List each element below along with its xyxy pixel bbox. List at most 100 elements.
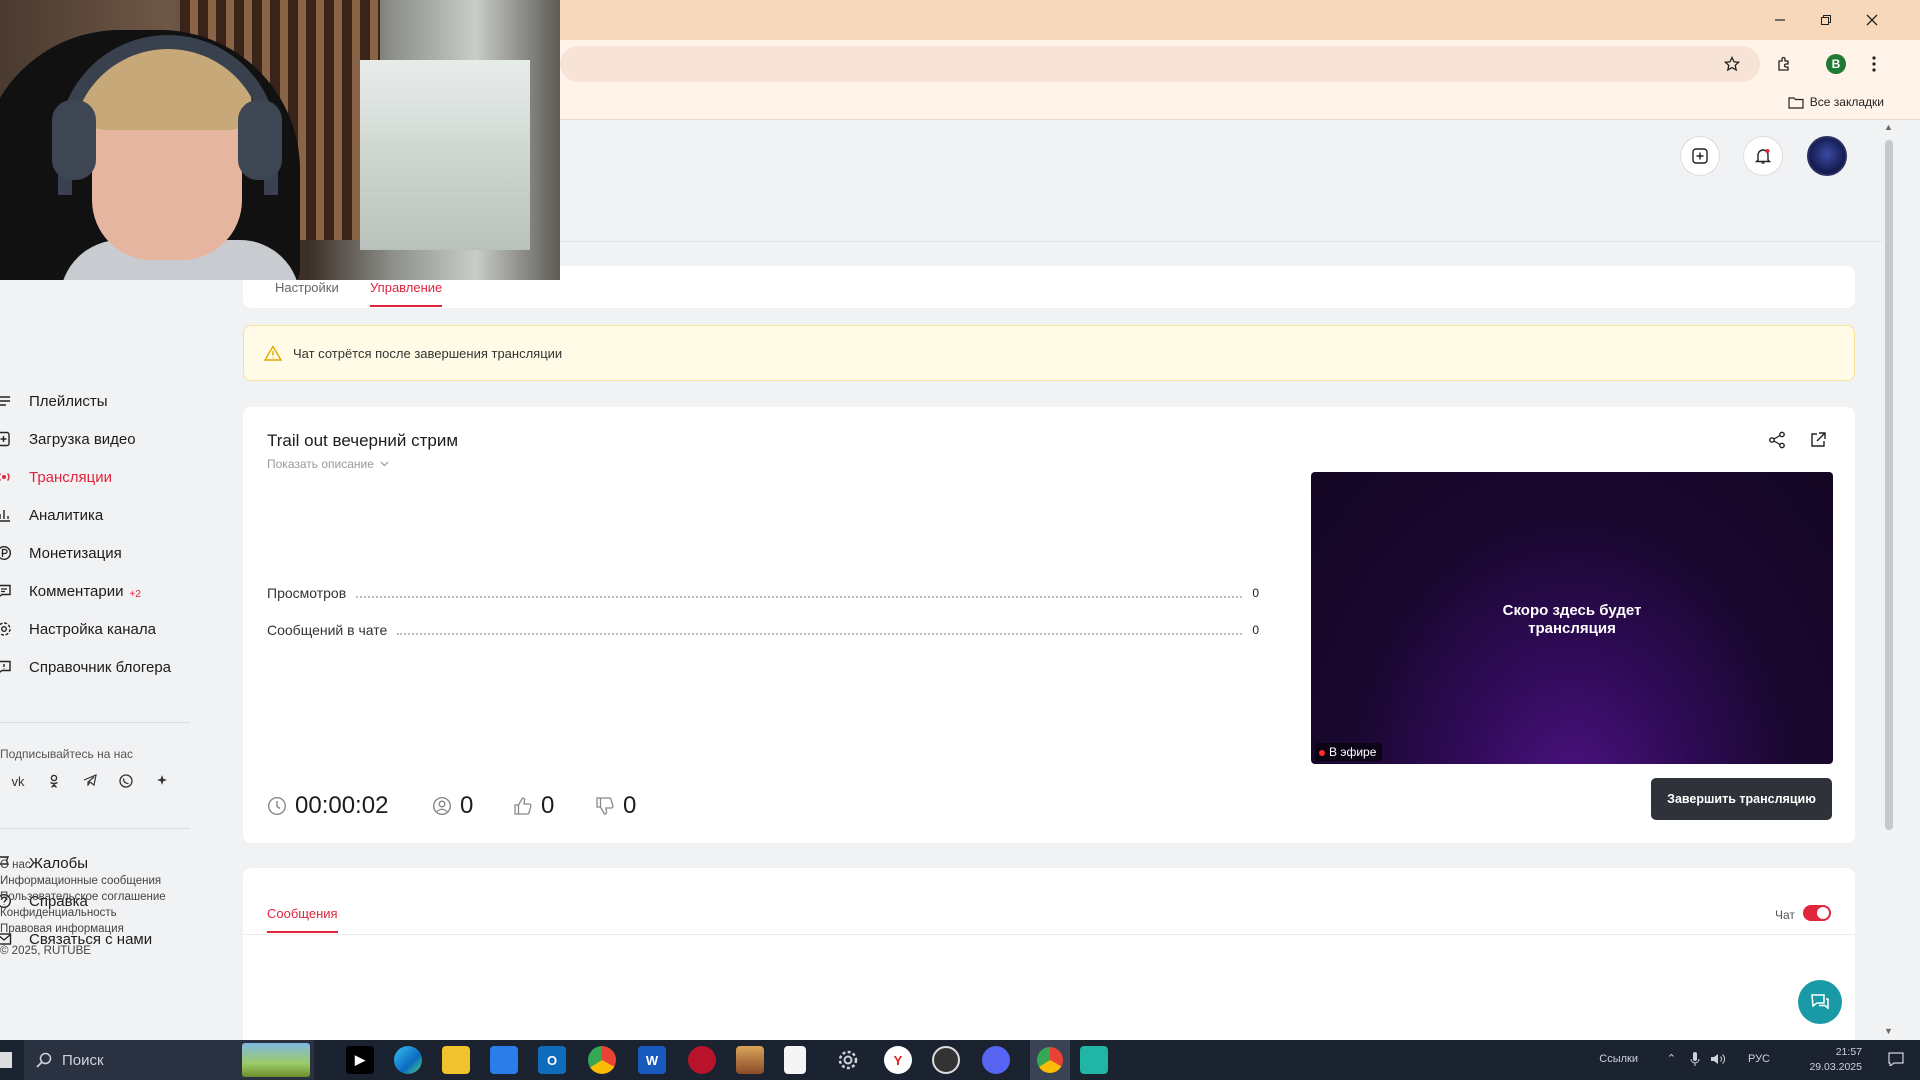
bookmark-star-button[interactable] [1718, 50, 1746, 78]
sidebar-item-analytics[interactable]: Аналитика [0, 500, 195, 530]
taskbar-app-settings[interactable] [834, 1046, 862, 1074]
system-clock[interactable]: 21:57 29.03.2025 [1809, 1045, 1862, 1075]
taskbar-app-chrome[interactable] [588, 1046, 616, 1074]
scrollbar-thumb[interactable] [1885, 140, 1893, 830]
sidebar-item-broadcasts[interactable]: Трансляции [0, 462, 195, 492]
blogger-guide-icon [0, 660, 11, 673]
extensions-button[interactable] [1770, 50, 1798, 78]
sidebar-divider [0, 828, 190, 829]
preview-placeholder-text: Скоро здесь будет трансляция [1311, 602, 1833, 638]
search-icon [36, 1052, 52, 1068]
taskbar-app-explorer[interactable] [442, 1046, 470, 1074]
taskbar-app-chrome-profile[interactable] [1030, 1040, 1070, 1080]
ok-icon[interactable] [36, 774, 72, 789]
sidebar-item-label: Комментарии +2 [29, 583, 141, 600]
sidebar-item-blogger-guide[interactable]: Справочник блогера [0, 652, 195, 682]
page-scrollbar[interactable]: ▲ ▼ [1882, 120, 1896, 1040]
taskbar-app-notepad[interactable] [784, 1046, 806, 1074]
chat-toggle-label: Чат [1775, 908, 1795, 922]
stat-label: Сообщений в чате [267, 622, 388, 638]
likes-count: 0 [513, 792, 554, 820]
comments-icon [0, 584, 11, 597]
close-icon [1866, 14, 1878, 26]
taskbar-app-red[interactable] [688, 1046, 716, 1074]
puzzle-icon [1778, 56, 1789, 71]
chat-toggle[interactable] [1803, 905, 1831, 921]
taskbar-app-word[interactable]: W [638, 1046, 666, 1074]
share-button[interactable] [1768, 431, 1786, 454]
footer-link-about[interactable]: О нас [0, 857, 166, 873]
dotted-leader [356, 596, 1243, 598]
footer-link-info[interactable]: Информационные сообщения [0, 873, 166, 889]
sidebar-item-comments[interactable]: Комментарии +2 [0, 576, 195, 606]
gear-icon [838, 1050, 858, 1070]
end-stream-button[interactable]: Завершить трансляцию [1651, 778, 1832, 820]
messages-card: Сообщения Чат [243, 868, 1855, 1040]
follow-us-label: Подписывайтесь на нас [0, 747, 134, 761]
support-chat-button[interactable] [1798, 980, 1842, 1024]
monetization-icon [0, 546, 11, 560]
taskbar-app-screen-capture[interactable] [1080, 1046, 1108, 1074]
scroll-down-icon[interactable]: ▼ [1884, 1026, 1893, 1036]
viber-icon[interactable] [108, 774, 144, 789]
open-external-button[interactable] [1809, 431, 1827, 454]
sidebar-item-playlists[interactable]: Плейлисты [0, 386, 195, 416]
user-avatar[interactable] [1807, 136, 1847, 176]
windows-taskbar: Поиск ▶ O W Y Ссылки ⌃ РУС 21:57 29.03.2… [0, 1040, 1920, 1080]
clock-date: 29.03.2025 [1809, 1061, 1862, 1073]
profile-button[interactable]: B [1822, 50, 1850, 78]
microphone-icon[interactable] [1690, 1052, 1700, 1069]
more-icon[interactable] [144, 774, 180, 789]
close-window-button[interactable] [1858, 8, 1886, 32]
tab-settings[interactable]: Настройки [275, 280, 339, 295]
sidebar-item-label: Аналитика [29, 506, 104, 524]
volume-icon[interactable] [1710, 1052, 1726, 1069]
tab-management[interactable]: Управление [370, 280, 443, 307]
upload-icon [0, 431, 10, 447]
sidebar-divider [0, 722, 190, 723]
sidebar-item-channel-settings[interactable]: Настройка канала [0, 614, 195, 644]
language-indicator[interactable]: РУС [1748, 1053, 1770, 1065]
minimize-button[interactable] [1766, 8, 1794, 32]
taskbar-app-edge[interactable] [394, 1046, 422, 1074]
footer-link-privacy[interactable]: Конфиденциальность [0, 905, 166, 921]
sidebar-item-upload[interactable]: Загрузка видео [0, 424, 195, 454]
thumbs-up-icon [514, 797, 532, 815]
create-button[interactable] [1680, 136, 1720, 176]
thumbs-down-icon [596, 797, 614, 815]
show-description-label: Показать описание [267, 457, 374, 471]
taskbar-app-yandex[interactable]: Y [884, 1046, 912, 1074]
vk-icon[interactable]: vk [0, 774, 36, 789]
taskbar-app-obs[interactable] [932, 1046, 960, 1074]
taskbar-app-store[interactable] [490, 1046, 518, 1074]
star-icon [1724, 56, 1740, 72]
stream-title: Trail out вечерний стрим [267, 431, 459, 450]
sidebar-item-monetization[interactable]: Монетизация [0, 538, 195, 568]
tab-messages[interactable]: Сообщения [267, 906, 338, 933]
all-bookmarks-label: Все закладки [1809, 95, 1884, 109]
browser-menu-button[interactable] [1860, 50, 1888, 78]
all-bookmarks-button[interactable]: Все закладки [1788, 95, 1884, 109]
telegram-icon[interactable] [72, 774, 108, 789]
notification-center-icon[interactable] [1888, 1052, 1904, 1069]
taskbar-search[interactable]: Поиск [24, 1040, 314, 1080]
restore-button[interactable] [1812, 8, 1840, 32]
address-bar[interactable] [560, 46, 1760, 82]
support-chat-icon [1811, 994, 1829, 1010]
taskbar-app-outlook[interactable]: O [538, 1046, 566, 1074]
taskbar-app-terminal[interactable]: ▶ [346, 1046, 374, 1074]
likes-value: 0 [541, 792, 555, 819]
start-button[interactable] [0, 1052, 12, 1068]
footer-link-legal[interactable]: Правовая информация [0, 921, 166, 937]
broadcast-icon [0, 473, 10, 481]
share-icon [1769, 431, 1785, 449]
scroll-up-icon[interactable]: ▲ [1884, 122, 1893, 132]
links-toolbar[interactable]: Ссылки [1599, 1053, 1638, 1065]
notifications-button[interactable] [1743, 136, 1783, 176]
tray-expand-icon[interactable]: ⌃ [1667, 1052, 1676, 1065]
stream-preview[interactable]: Скоро здесь будет трансляция В эфире [1311, 472, 1833, 764]
show-description-toggle[interactable]: Показать описание [267, 457, 389, 471]
taskbar-app-game[interactable] [736, 1046, 764, 1074]
taskbar-app-discord[interactable] [982, 1046, 1010, 1074]
footer-link-terms[interactable]: Пользовательское соглашение [0, 889, 166, 905]
